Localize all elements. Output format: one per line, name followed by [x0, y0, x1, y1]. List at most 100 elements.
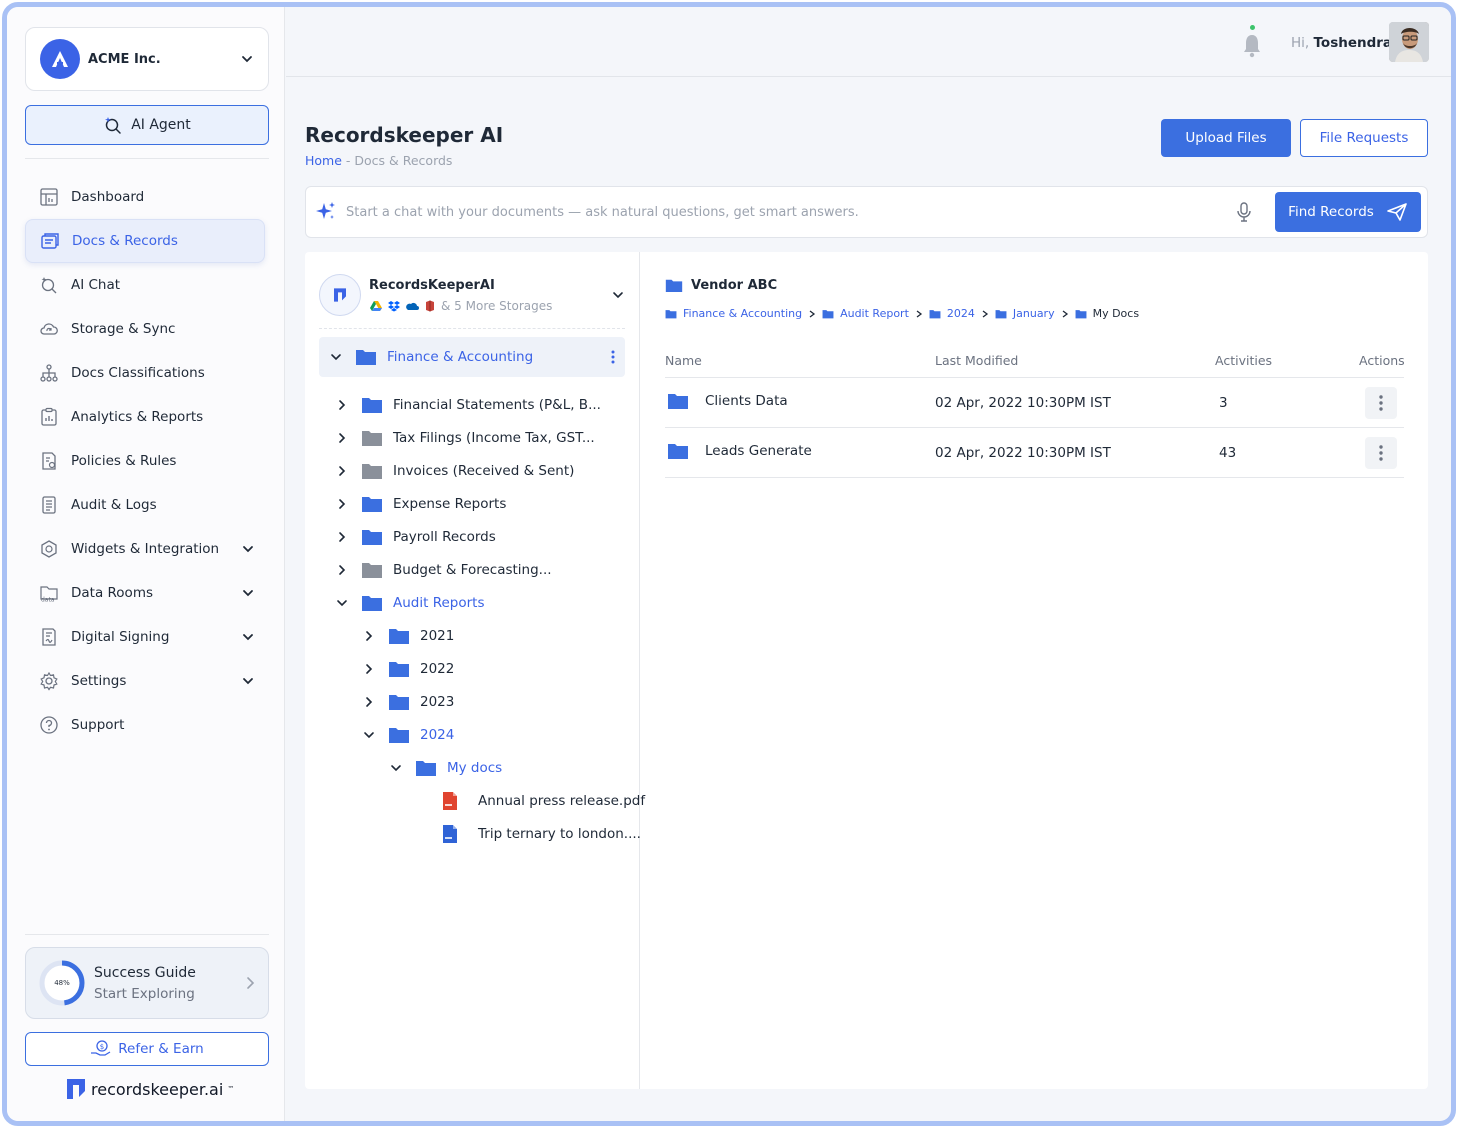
chevron-right-icon [916, 309, 922, 318]
more-vertical-icon [1379, 395, 1383, 411]
chevron-right-icon [809, 309, 816, 318]
chevron-right-icon[interactable] [335, 431, 349, 445]
sidebar-item-settings[interactable]: Settings [25, 659, 269, 703]
path-segment[interactable]: 2024 [947, 307, 975, 320]
chevron-down-icon[interactable] [241, 630, 255, 644]
chevron-down-icon[interactable] [611, 288, 625, 302]
ai-agent-button[interactable]: AI Agent [25, 105, 269, 145]
chevron-down-icon[interactable] [241, 542, 255, 556]
bell-icon[interactable] [1241, 29, 1263, 59]
sidebar-item-label: Analytics & Reports [71, 409, 204, 425]
col-activities[interactable]: Activities [1215, 353, 1272, 368]
sidebar-item-storage-sync[interactable]: Storage & Sync [25, 307, 269, 351]
chevron-right-icon [1062, 309, 1068, 318]
divider [25, 934, 269, 935]
tree-item-label: 2022 [420, 660, 455, 677]
org-switcher[interactable]: ACME Inc. [25, 27, 269, 91]
row-actions-button[interactable] [1365, 437, 1397, 469]
chevron-down-icon[interactable] [335, 596, 349, 610]
folder-icon [362, 397, 382, 413]
chevron-right-icon[interactable] [335, 398, 349, 412]
google-drive-icon [370, 300, 382, 311]
chevron-down-icon[interactable] [389, 761, 403, 775]
breadcrumb-home-link[interactable]: Home [305, 153, 342, 168]
avatar[interactable] [1389, 22, 1429, 62]
tree-root-folder[interactable]: Finance & Accounting [319, 337, 625, 377]
tree-folder-item[interactable]: My docs [305, 751, 640, 784]
recordskeeper-logo-icon [334, 288, 346, 302]
sidebar: ACME Inc. AI Agent Dashboard Docs & Reco… [7, 7, 285, 1121]
col-last-modified[interactable]: Last Modified [935, 353, 1018, 368]
row-actions-button[interactable] [1365, 387, 1397, 419]
chevron-right-icon[interactable] [362, 662, 376, 676]
sidebar-item-docs-classifications[interactable]: Docs Classifications [25, 351, 269, 395]
sidebar-item-digital-signing[interactable]: Digital Signing [25, 615, 269, 659]
tree-folder-item[interactable]: Invoices (Received & Sent) [305, 454, 640, 487]
sidebar-item-label: Support [71, 717, 125, 733]
tree-item-label: Annual press release.pdf [478, 792, 646, 809]
sidebar-item-policies-rules[interactable]: Policies & Rules [25, 439, 269, 483]
tree-item-label: Invoices (Received & Sent) [393, 462, 575, 479]
sidebar-item-support[interactable]: Support [25, 703, 269, 747]
sidebar-item-ai-chat[interactable]: AI Chat [25, 263, 269, 307]
sidebar-item-widgets-integration[interactable]: Widgets & Integration [25, 527, 269, 571]
chevron-right-icon[interactable] [335, 464, 349, 478]
col-name[interactable]: Name [665, 353, 702, 368]
folder-icon [929, 309, 941, 318]
brand-logo: recordskeeper.ai ™ [65, 1077, 234, 1101]
refer-earn-button[interactable]: $ Refer & Earn [25, 1032, 269, 1066]
find-records-label: Find Records [1288, 204, 1374, 220]
tree-folder-item[interactable]: Budget & Forecasting... [305, 553, 640, 586]
progress-label: 48% [54, 979, 70, 987]
tree-item-label: Payroll Records [393, 528, 496, 545]
file-requests-button[interactable]: File Requests [1300, 119, 1428, 157]
path-segment[interactable]: Finance & Accounting [683, 307, 802, 320]
tree-folder-item[interactable]: Expense Reports [305, 487, 640, 520]
chevron-down-icon[interactable] [241, 674, 255, 688]
chevron-down-icon[interactable] [362, 728, 376, 742]
more-vertical-icon [1379, 445, 1383, 461]
chevron-right-icon[interactable] [362, 629, 376, 643]
sidebar-item-analytics-reports[interactable]: Analytics & Reports [25, 395, 269, 439]
path-segment[interactable]: Audit Report [840, 307, 909, 320]
tree-file-item[interactable]: Trip ternary to london.... [305, 817, 641, 850]
sidebar-item-label: Widgets & Integration [71, 541, 220, 557]
chevron-right-icon[interactable] [362, 695, 376, 709]
sidebar-item-dashboard[interactable]: Dashboard [25, 175, 269, 219]
tree-folder-item[interactable]: 2022 [305, 652, 640, 685]
tree-folder-item[interactable]: Tax Filings (Income Tax, GST... [305, 421, 640, 454]
log-icon [42, 496, 56, 514]
sidebar-item-data-rooms[interactable]: data Data Rooms [25, 571, 269, 615]
table-row[interactable]: Clients Data 02 Apr, 2022 10:30PM IST 3 [665, 378, 1404, 428]
folder-icon [362, 430, 382, 446]
chat-input[interactable] [346, 204, 1233, 220]
path-segment[interactable]: January [1013, 307, 1055, 320]
table-row[interactable]: Leads Generate 02 Apr, 2022 10:30PM IST … [665, 428, 1404, 478]
chevron-right-icon[interactable] [335, 530, 349, 544]
storage-selector[interactable]: RecordsKeeperAI & 5 More Storages [319, 266, 625, 324]
guide-subtitle: Start Exploring [94, 985, 195, 1002]
tree-folder-item[interactable]: 2023 [305, 685, 640, 718]
find-records-button[interactable]: Find Records [1275, 192, 1421, 232]
chevron-right-icon[interactable] [335, 563, 349, 577]
chevron-down-icon[interactable] [240, 52, 254, 66]
tree-folder-item[interactable]: 2024 [305, 718, 640, 751]
chevron-down-icon[interactable] [329, 350, 343, 364]
upload-files-button[interactable]: Upload Files [1161, 119, 1291, 157]
sidebar-item-audit-logs[interactable]: Audit & Logs [25, 483, 269, 527]
tree-list: Financial Statements (P&L, B... Tax Filin… [305, 388, 645, 850]
chevron-right-icon[interactable] [335, 497, 349, 511]
sidebar-item-docs-records[interactable]: Docs & Records [25, 219, 265, 263]
folder-icon [362, 463, 382, 479]
success-guide-card[interactable]: 48% Success Guide Start Exploring [25, 947, 269, 1019]
microphone-icon[interactable] [1233, 201, 1255, 223]
tree-folder-item[interactable]: Payroll Records [305, 520, 640, 553]
chevron-down-icon[interactable] [241, 586, 255, 600]
table-header: Name Last Modified Activities Actions [665, 342, 1405, 378]
tree-folder-item[interactable]: Financial Statements (P&L, B... [305, 388, 640, 421]
tree-folder-item[interactable]: 2021 [305, 619, 640, 652]
tree-file-item[interactable]: Annual press release.pdf [305, 784, 645, 817]
tree-root-label: Finance & Accounting [387, 349, 534, 365]
tree-folder-item[interactable]: Audit Reports [305, 586, 640, 619]
more-vertical-icon[interactable] [611, 350, 615, 364]
